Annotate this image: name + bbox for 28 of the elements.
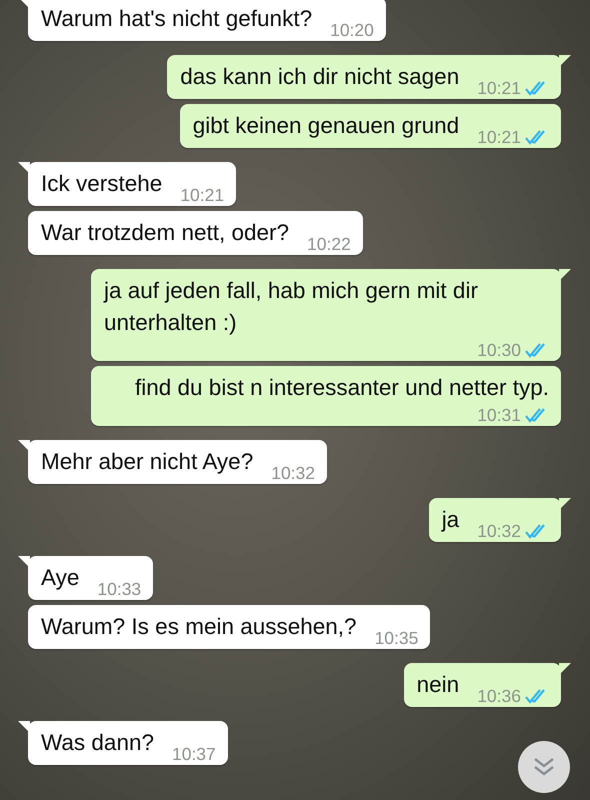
message-text: Mehr aber nicht Aye? <box>41 448 254 476</box>
message-text: Warum? Is es mein aussehen,? <box>41 613 357 641</box>
message-text: das kann ich dir nicht sagen <box>180 63 460 91</box>
message-time: 10:32 <box>477 520 521 542</box>
double-chevron-down-icon <box>533 757 555 777</box>
message-text: Warum hat's nicht gefunkt? <box>41 5 312 33</box>
message-time: 10:21 <box>477 126 521 148</box>
message-time: 10:21 <box>180 184 224 206</box>
message-time: 10:32 <box>271 462 316 484</box>
message-time: 10:30 <box>477 339 521 361</box>
message-time: 10:37 <box>172 743 216 765</box>
message-text: War trotzdem nett, oder? <box>41 219 290 247</box>
scroll-down-button[interactable] <box>518 741 570 793</box>
message-time: 10:22 <box>307 233 351 255</box>
message-text: ja <box>442 506 460 534</box>
message-text: Ick verstehe <box>41 170 162 198</box>
message-text: find du bist n interessanter und netter typ. <box>135 374 549 402</box>
message-text: ja auf jeden fall, hab mich gern mit dir unterhalten :) <box>104 277 479 337</box>
message-text: Was dann? <box>41 729 154 757</box>
message-time: 10:33 <box>97 578 142 600</box>
message-time: 10:31 <box>477 404 521 426</box>
message-time: 10:35 <box>374 627 418 649</box>
message-time: 10:20 <box>330 19 374 41</box>
message-time: 10:36 <box>477 685 521 707</box>
message-time: 10:21 <box>477 77 521 99</box>
message-text: Aye <box>41 564 80 592</box>
message-text: gibt keinen genauen grund <box>192 112 460 140</box>
message-text: nein <box>416 671 460 699</box>
